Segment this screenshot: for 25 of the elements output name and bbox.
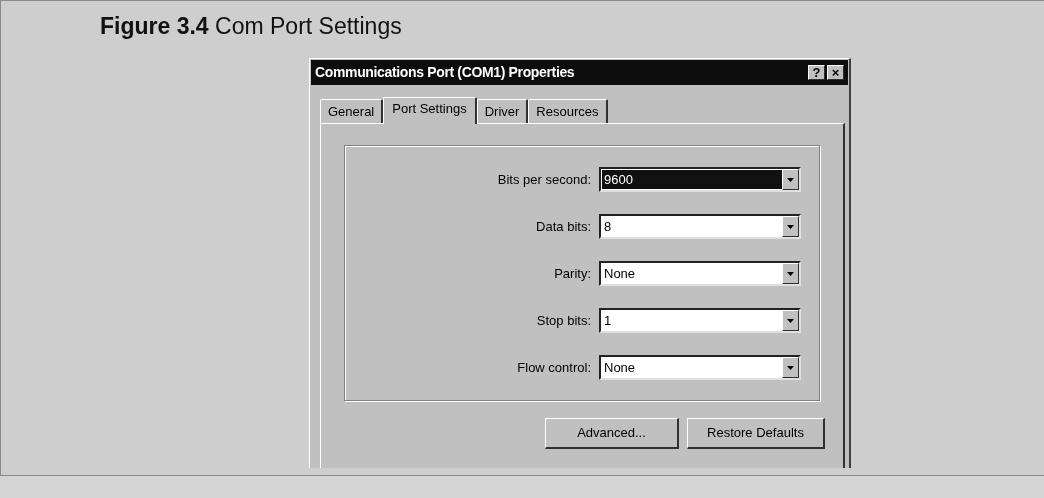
dropdown-field[interactable]: None [599,355,801,380]
dropdown-field[interactable]: 8 [599,214,801,239]
advanced-button[interactable]: Advanced... [545,418,679,449]
tab[interactable]: Resources [528,99,608,123]
restore-defaults-button[interactable]: Restore Defaults [687,418,825,449]
caret-icon [787,365,794,370]
dropdown-field[interactable]: 1 [599,308,801,333]
caret-icon [787,224,794,229]
figure-caption: Figure 3.4 Com Port Settings [100,12,402,41]
field-label: Parity: [554,264,591,283]
field-label: Data bits: [536,217,591,236]
caret-icon [787,318,794,323]
field-label: Bits per second: [497,170,591,189]
tab[interactable]: Port Settings [383,97,477,124]
caret-icon [787,177,794,182]
dropdown-field[interactable]: 9600 [599,167,801,192]
tab[interactable]: General [320,99,384,123]
field-label: Stop bits: [536,311,591,330]
window-title: Communications Port (COM1) Properties [315,63,575,82]
caret-icon [787,271,794,276]
close-button[interactable]: × [827,65,844,80]
dropdown-field[interactable]: None [599,261,801,286]
tab[interactable]: Driver [476,99,529,123]
help-button[interactable]: ? [808,65,825,80]
field-label: Flow control: [517,358,591,377]
